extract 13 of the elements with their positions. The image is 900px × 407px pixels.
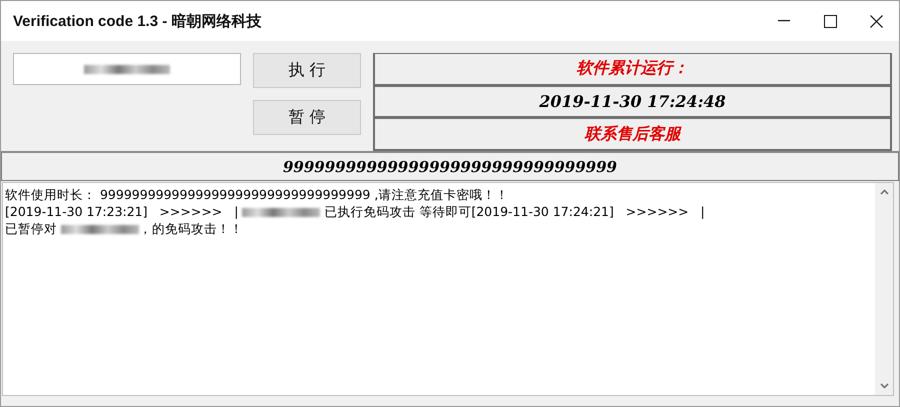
action-button[interactable]: 执 行 [253, 53, 361, 88]
scroll-up-icon[interactable] [880, 189, 888, 195]
action-button[interactable]: 暂 停 [253, 100, 361, 135]
minimize-icon[interactable] [778, 20, 790, 22]
code-field[interactable] [13, 53, 241, 85]
info-panel: 2019-11-30 17:24:48 [373, 86, 892, 118]
maximize-icon[interactable] [824, 14, 836, 28]
info-panel: 软件累计运行： [373, 53, 892, 86]
info-panel: 联系售后客服 [373, 118, 892, 152]
scroll-down-icon[interactable] [880, 383, 888, 389]
window-title: Verification code 1.3 - 暗朝网络科技 [13, 12, 262, 30]
log-text: 软件使用时长： 9999999999999999999999999999999999 ,请注意充值卡密哦！！ [2019-11-30 17:23:21] >>>>>> | 已执行免码攻击 等待即可[2019-11-30 17:24:21] >>>>>> | 已暂停对 ，的免码攻击！！ [4, 186, 706, 238]
close-icon[interactable] [870, 14, 882, 28]
